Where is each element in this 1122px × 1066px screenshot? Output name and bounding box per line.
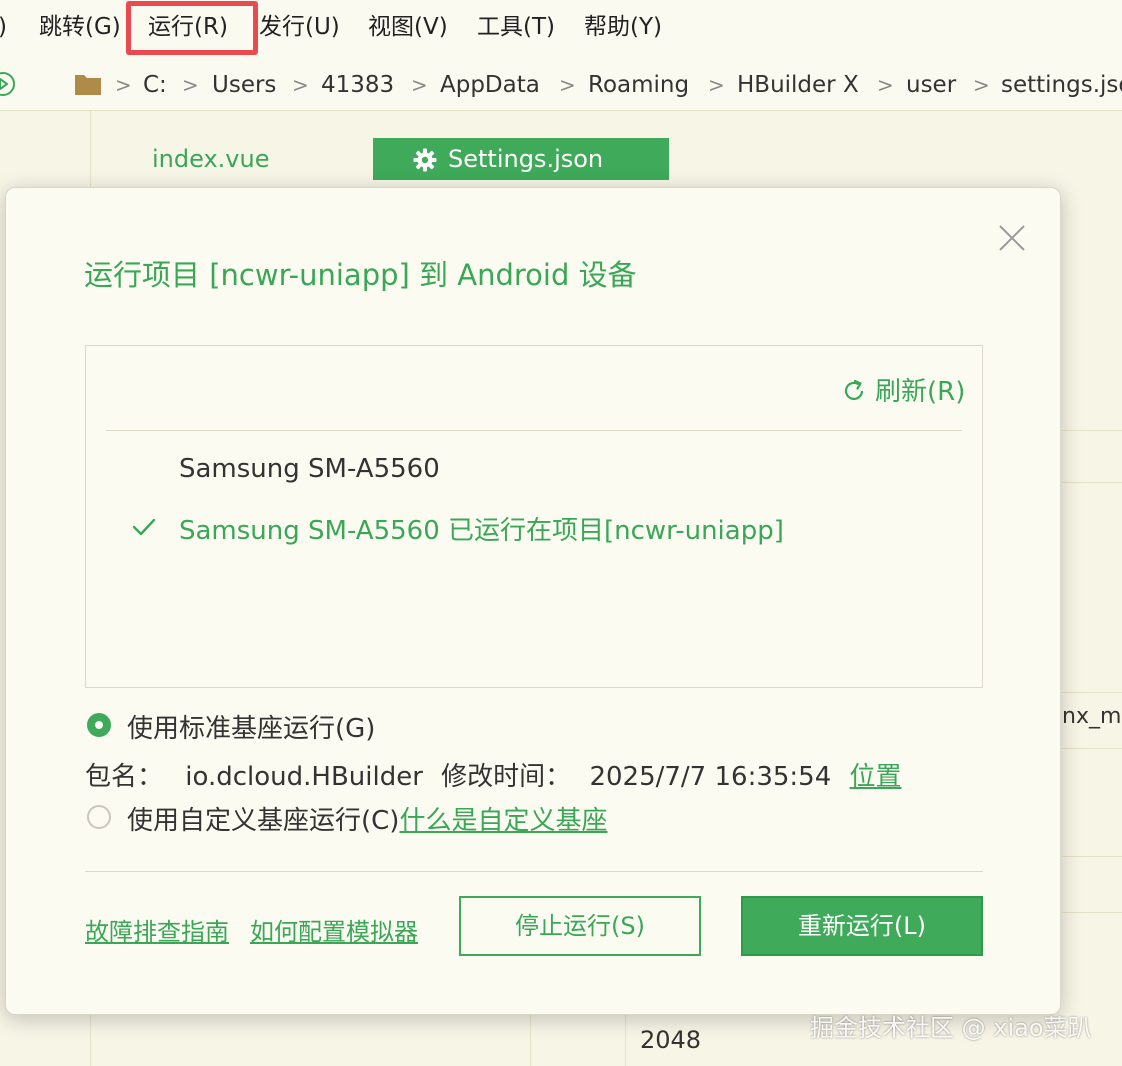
bg-value-text: 2048 (640, 1026, 702, 1054)
breadcrumb-separator: > (292, 73, 309, 97)
custom-base-radio[interactable] (87, 805, 111, 829)
device-list: 刷新(R) Samsung SM-A5560 Samsung SM-A5560 … (85, 345, 983, 688)
folder-icon (75, 75, 101, 95)
standard-base-radio[interactable] (87, 713, 111, 737)
breadcrumb-item-userid[interactable]: 41383 (321, 68, 394, 102)
run-circle-icon[interactable] (0, 71, 16, 97)
refresh-label: 刷新(R) (875, 377, 966, 407)
device-item[interactable]: Samsung SM-A5560 (179, 454, 440, 484)
bg-row-divider (1062, 692, 1122, 693)
bg-text-fragment: nx_m (1062, 704, 1122, 729)
breadcrumb-separator: > (877, 73, 894, 97)
tab-settings-json[interactable]: Settings.json (373, 138, 669, 180)
breadcrumb-separator: > (559, 73, 576, 97)
bg-row-divider (1062, 912, 1122, 913)
menu-item-goto[interactable]: 跳转(G) (39, 8, 121, 46)
close-icon[interactable] (994, 220, 1030, 256)
breadcrumb-separator: > (411, 73, 428, 97)
bg-row-divider (1062, 430, 1122, 431)
menu-item-view[interactable]: 视图(V) (368, 8, 448, 46)
rerun-button[interactable]: 重新运行(L) (741, 896, 983, 956)
breadcrumb-item-settings-json[interactable]: settings.json (1001, 68, 1122, 102)
breadcrumb-separator: > (708, 73, 725, 97)
breadcrumb-separator: > (973, 73, 990, 97)
bg-row-divider (1062, 748, 1122, 749)
refresh-button[interactable]: 刷新(R) (841, 372, 965, 412)
custom-base-help-link[interactable]: 什么是自定义基座 (399, 806, 607, 836)
run-on-android-dialog: 运行项目 [ncwr-uniapp] 到 Android 设备 刷新(R) Sa… (5, 187, 1061, 1015)
bg-column-divider (625, 1015, 626, 1066)
refresh-icon (844, 379, 864, 400)
tab-index-vue[interactable]: index.vue (152, 138, 312, 180)
troubleshoot-guide-link[interactable]: 故障排查指南 (85, 912, 229, 947)
custom-base-label[interactable]: 使用自定义基座运行(C) (127, 806, 399, 836)
menu-item-partial[interactable]: ) (0, 8, 7, 46)
breadcrumb-separator: > (182, 73, 199, 97)
modified-time-label: 修改时间： (441, 762, 572, 792)
watermark: 掘金技术社区 @ xiao菜趴 (810, 1014, 1092, 1042)
tab-label: index.vue (152, 145, 270, 173)
menu-item-tools[interactable]: 工具(T) (477, 8, 555, 46)
breadcrumb-item-drive[interactable]: C: (143, 68, 167, 102)
bg-column-divider (530, 1015, 531, 1066)
breadcrumb: > C: > Users > 41383 > AppData > Roaming… (0, 60, 1122, 111)
menubar: ) 跳转(G) 运行(R) 发行(U) 视图(V) 工具(T) 帮助(Y) (0, 0, 1122, 56)
breadcrumb-item-roaming[interactable]: Roaming (588, 68, 689, 102)
package-name-value: io.dcloud.HBuilder (185, 762, 423, 792)
menu-item-publish[interactable]: 发行(U) (259, 8, 340, 46)
emulator-config-link[interactable]: 如何配置模拟器 (250, 912, 418, 947)
tab-label: Settings.json (448, 145, 604, 173)
device-running-status[interactable]: Samsung SM-A5560 已运行在项目[ncwr-uniapp] (179, 510, 784, 547)
package-info-row: 包名： io.dcloud.HBuilder 修改时间： 2025/7/7 16… (85, 756, 902, 793)
check-icon (132, 518, 156, 536)
bg-row-divider (1062, 856, 1122, 857)
breadcrumb-separator: > (115, 73, 132, 97)
menu-item-help[interactable]: 帮助(Y) (584, 8, 662, 46)
dialog-title: 运行项目 [ncwr-uniapp] 到 Android 设备 (84, 258, 637, 292)
breadcrumb-item-user[interactable]: user (906, 68, 956, 102)
modified-time-value: 2025/7/7 16:35:54 (589, 762, 832, 792)
package-name-label: 包名： (85, 762, 164, 792)
stop-run-button[interactable]: 停止运行(S) (459, 896, 701, 956)
bg-column-divider (90, 1015, 91, 1066)
location-link[interactable]: 位置 (850, 762, 902, 792)
breadcrumb-item-users[interactable]: Users (212, 68, 276, 102)
bg-row-divider (1062, 482, 1122, 483)
footer-divider (85, 871, 983, 872)
run-menu-highlight-box (126, 1, 258, 55)
standard-base-label[interactable]: 使用标准基座运行(G) (127, 708, 375, 745)
gear-icon (413, 148, 437, 172)
divider (106, 430, 962, 431)
breadcrumb-item-hbuilderx[interactable]: HBuilder X (737, 68, 859, 102)
custom-base-row: 使用自定义基座运行(C)什么是自定义基座 (127, 800, 607, 837)
breadcrumb-item-appdata[interactable]: AppData (440, 68, 540, 102)
